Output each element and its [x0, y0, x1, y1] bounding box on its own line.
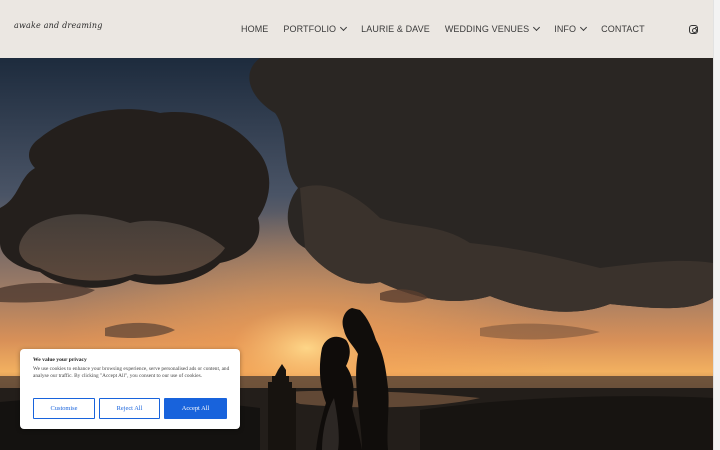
nav-item-label: LAURIE & DAVE	[361, 24, 430, 34]
site-header: awake and dreaming HOME PORTFOLIO LAURIE…	[0, 0, 713, 58]
instagram-icon[interactable]	[689, 25, 698, 34]
accept-all-button[interactable]: Accept All	[164, 398, 227, 419]
nav-item-label: PORTFOLIO	[283, 24, 337, 34]
nav-item-label: CONTACT	[601, 24, 645, 34]
nav-item-portfolio[interactable]: PORTFOLIO	[283, 23, 348, 34]
chevron-down-icon	[340, 23, 348, 32]
chevron-down-icon	[580, 23, 588, 32]
cookie-banner-text: We use cookies to enhance your browsing …	[33, 366, 230, 380]
main-nav: HOME PORTFOLIO LAURIE & DAVE WEDDING VEN…	[241, 0, 645, 58]
page: awake and dreaming HOME PORTFOLIO LAURIE…	[0, 0, 713, 450]
cookie-consent-banner: We value your privacy We use cookies to …	[20, 349, 240, 429]
nav-item-label: WEDDING VENUES	[444, 24, 530, 34]
reject-all-button[interactable]: Reject All	[99, 398, 160, 419]
nav-item-home[interactable]: HOME	[241, 24, 268, 34]
chevron-down-icon	[533, 23, 541, 32]
cookie-banner-title: We value your privacy	[33, 357, 87, 363]
customise-button[interactable]: Customise	[33, 398, 95, 419]
nav-item-label: HOME	[241, 24, 269, 34]
nav-item-label: INFO	[554, 24, 577, 34]
nav-item-wedding-venues[interactable]: WEDDING VENUES	[444, 23, 541, 34]
nav-item-contact[interactable]: CONTACT	[601, 24, 645, 34]
nav-item-laurie-dave[interactable]: LAURIE & DAVE	[361, 24, 430, 34]
nav-item-info[interactable]: INFO	[554, 23, 588, 34]
page-scrollbar[interactable]	[713, 0, 720, 450]
site-logo[interactable]: awake and dreaming	[14, 21, 103, 30]
